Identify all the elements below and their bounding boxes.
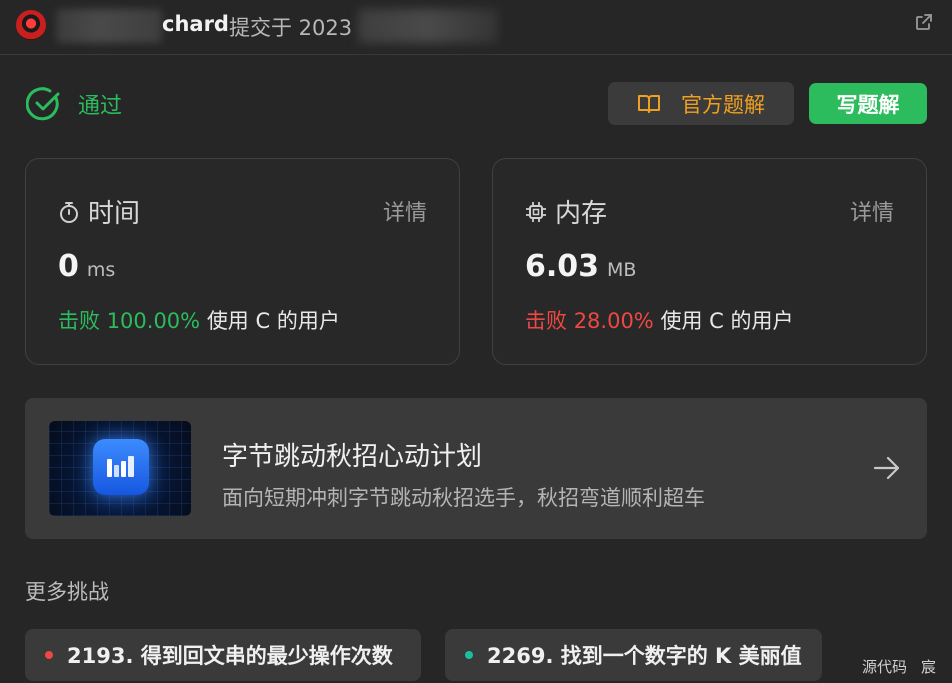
memory-beat-percent: 28.00% [573,309,654,333]
stopwatch-icon [60,201,78,223]
official-solution-button[interactable]: 官方题解 [608,82,794,125]
promo-subtitle: 面向短期冲刺字节跳动秋招选手，秋招弯道顺利超车 [222,486,705,510]
promo-banner[interactable]: 字节跳动秋招心动计划 面向短期冲刺字节跳动秋招选手，秋招弯道顺利超车 [25,398,927,539]
bytedance-logo-icon [93,439,149,495]
blurred-username [56,9,162,43]
memory-beats: 击败 28.00% 使用 C 的用户 [525,305,793,335]
runtime-beat-prefix: 击败 [58,309,100,333]
memory-detail-link[interactable]: 详情 [850,195,894,227]
runtime-value: 0 ms [58,249,115,284]
memory-title: 内存 [555,199,608,229]
footer-links: 源代码 宸 [862,656,936,677]
promo-image [49,421,191,516]
memory-card: 内存 详情 6.03 MB 击败 28.00% 使用 C 的用户 [492,158,927,365]
difficulty-dot [465,651,473,659]
submission-header: chard 提交于 2023 [0,0,952,55]
memory-value: 6.03 MB [525,249,636,284]
runtime-beat-suffix: 使用 C 的用户 [206,309,340,333]
memory-beat-suffix: 使用 C 的用户 [660,309,794,333]
memory-unit: MB [607,259,637,281]
runtime-detail-link[interactable]: 详情 [383,195,427,227]
memory-number: 6.03 [525,249,600,284]
difficulty-dot [45,651,53,659]
challenge-item[interactable]: 2193. 得到回文串的最少操作次数 [25,629,421,681]
share-icon[interactable] [914,12,934,32]
runtime-card: 时间 详情 0 ms 击败 100.00% 使用 C 的用户 [25,158,460,365]
status-label: 通过 [78,94,123,119]
blurred-timestamp [358,9,498,43]
source-code-link[interactable]: 源代码 [862,656,907,677]
runtime-title: 时间 [88,199,141,229]
submitter-name[interactable]: chard [162,12,229,36]
runtime-beats: 击败 100.00% 使用 C 的用户 [58,305,340,335]
write-solution-button[interactable]: 写题解 [809,83,927,124]
footer-link[interactable]: 宸 [921,656,936,677]
runtime-unit: ms [86,259,116,281]
promo-title: 字节跳动秋招心动计划 [222,442,483,472]
memory-beat-prefix: 击败 [525,309,567,333]
arrow-right-icon[interactable] [873,456,901,480]
runtime-card-header: 时间 [58,193,140,230]
check-circle-icon [26,87,60,121]
challenge-label: 2193. 得到回文串的最少操作次数 [67,644,393,668]
challenge-item[interactable]: 2269. 找到一个数字的 K 美丽值 [445,629,822,681]
avatar[interactable] [16,10,46,40]
more-challenges-title: 更多挑战 [25,580,109,604]
runtime-beat-percent: 100.00% [106,309,201,333]
chip-icon [526,201,546,222]
runtime-number: 0 [58,249,79,284]
submitted-time: 提交于 2023 [229,16,353,40]
official-solution-label: 官方题解 [681,92,765,117]
submission-status: 通过 [26,86,122,122]
memory-card-header: 内存 [525,193,607,230]
book-open-icon [638,94,660,113]
challenge-label: 2269. 找到一个数字的 K 美丽值 [487,644,802,668]
